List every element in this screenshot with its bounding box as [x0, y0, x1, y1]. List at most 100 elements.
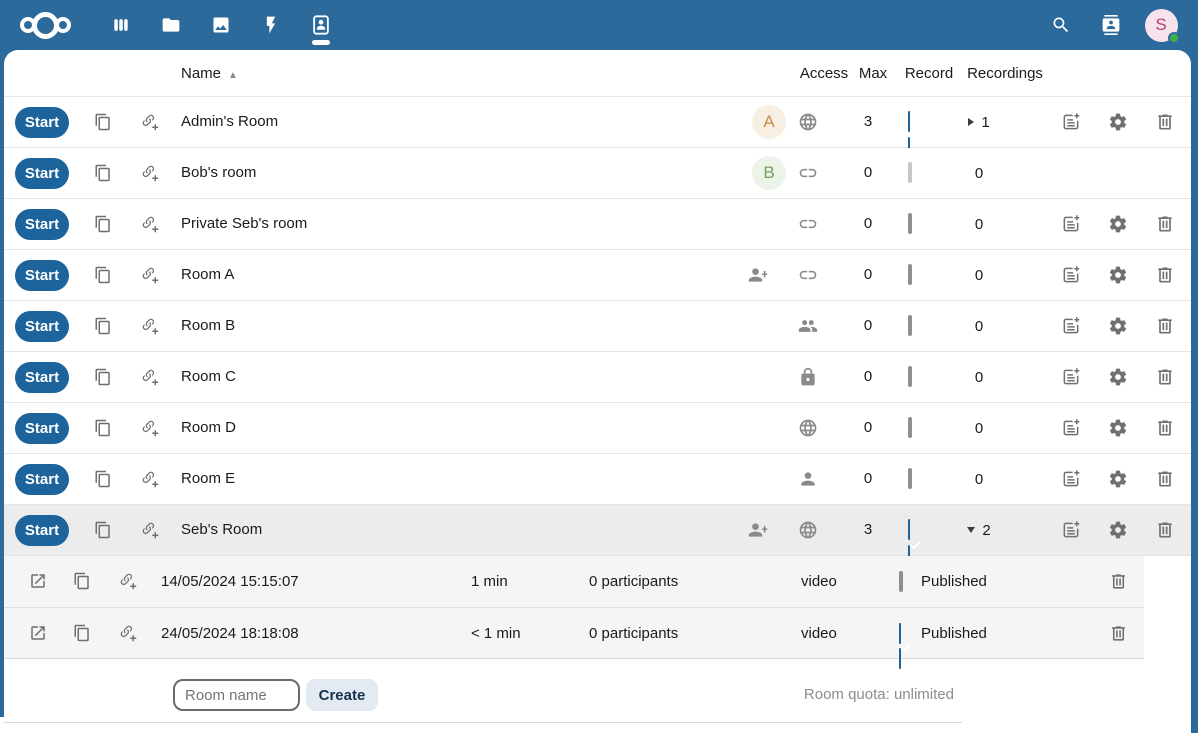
create-room-button[interactable]: Create: [306, 679, 378, 711]
start-button[interactable]: Start: [15, 158, 69, 189]
room-name[interactable]: Room D: [181, 403, 236, 453]
record-checkbox[interactable]: [908, 366, 912, 387]
start-button[interactable]: Start: [15, 209, 69, 240]
start-button[interactable]: Start: [15, 107, 69, 138]
record-checkbox[interactable]: [908, 315, 912, 336]
copy-room-link-button[interactable]: [94, 521, 112, 539]
app-files[interactable]: [146, 0, 196, 50]
open-recording-button[interactable]: [29, 624, 47, 642]
recordings-toggle[interactable]: 0: [950, 301, 1008, 351]
copy-room-link-button[interactable]: [94, 266, 112, 284]
room-name[interactable]: Room B: [181, 301, 235, 351]
open-recording-button[interactable]: [29, 572, 47, 590]
start-button[interactable]: Start: [15, 464, 69, 495]
add-link-button[interactable]: [141, 521, 159, 539]
delete-recording-button[interactable]: [1109, 572, 1128, 591]
copy-room-link-button[interactable]: [94, 317, 112, 335]
copy-room-link-button[interactable]: [94, 419, 112, 437]
recordings-toggle[interactable]: 2: [950, 505, 1008, 555]
room-settings-button[interactable]: [1108, 469, 1128, 489]
edit-room-button[interactable]: [1061, 520, 1081, 540]
add-link-button[interactable]: [141, 215, 159, 233]
delete-room-button[interactable]: [1155, 418, 1175, 438]
delete-room-button[interactable]: [1155, 469, 1175, 489]
recordings-toggle[interactable]: 0: [950, 454, 1008, 504]
edit-room-button[interactable]: [1061, 469, 1081, 489]
published-checkbox[interactable]: [899, 623, 910, 669]
delete-room-button[interactable]: [1155, 316, 1175, 336]
copy-recording-link-button[interactable]: [73, 624, 91, 642]
copy-room-link-button[interactable]: [94, 215, 112, 233]
app-activity[interactable]: [246, 0, 296, 50]
edit-room-button[interactable]: [1061, 214, 1081, 234]
record-checkbox[interactable]: [908, 468, 912, 489]
start-button[interactable]: Start: [15, 311, 69, 342]
copy-room-link-button[interactable]: [94, 368, 112, 386]
start-button[interactable]: Start: [15, 515, 69, 546]
delete-recording-button[interactable]: [1109, 624, 1128, 643]
edit-room-button[interactable]: [1061, 418, 1081, 438]
start-button[interactable]: Start: [15, 260, 69, 291]
record-checkbox[interactable]: [908, 213, 912, 234]
room-name[interactable]: Seb's Room: [181, 505, 262, 555]
recordings-toggle[interactable]: 0: [950, 250, 1008, 300]
nextcloud-logo[interactable]: [20, 0, 71, 50]
record-checkbox[interactable]: [908, 162, 912, 183]
edit-room-button[interactable]: [1061, 112, 1081, 132]
start-button[interactable]: Start: [15, 362, 69, 393]
published-checkbox[interactable]: [899, 571, 903, 592]
recordings-toggle[interactable]: 0: [950, 403, 1008, 453]
room-name[interactable]: Room A: [181, 250, 234, 300]
add-link-button[interactable]: [141, 266, 159, 284]
delete-room-button[interactable]: [1155, 367, 1175, 387]
delete-room-button[interactable]: [1155, 265, 1175, 285]
room-name[interactable]: Admin's Room: [181, 97, 278, 147]
edit-room-button[interactable]: [1061, 367, 1081, 387]
copy-recording-link-button[interactable]: [73, 572, 91, 590]
room-name[interactable]: Bob's room: [181, 148, 256, 198]
room-name[interactable]: Private Seb's room: [181, 199, 307, 249]
app-dashboard[interactable]: [96, 0, 146, 50]
delete-room-button[interactable]: [1155, 214, 1175, 234]
room-settings-button[interactable]: [1108, 112, 1128, 132]
copy-room-link-button[interactable]: [94, 164, 112, 182]
record-checkbox[interactable]: [908, 417, 912, 438]
delete-room-button[interactable]: [1155, 112, 1175, 132]
room-name[interactable]: Room C: [181, 352, 236, 402]
add-link-button[interactable]: [141, 317, 159, 335]
room-settings-button[interactable]: [1108, 520, 1128, 540]
max-participants: 0: [838, 403, 898, 453]
start-button[interactable]: Start: [15, 413, 69, 444]
delete-room-button[interactable]: [1155, 520, 1175, 540]
column-header-name[interactable]: Name▲: [181, 50, 238, 99]
share-recording-button[interactable]: [119, 624, 137, 642]
app-photos[interactable]: [196, 0, 246, 50]
recordings-toggle[interactable]: 0: [950, 199, 1008, 249]
add-link-button[interactable]: [141, 164, 159, 182]
contacts-button[interactable]: [1086, 0, 1136, 50]
record-checkbox[interactable]: [908, 264, 912, 285]
search-button[interactable]: [1036, 0, 1086, 50]
add-link-button[interactable]: [141, 470, 159, 488]
room-name[interactable]: Room E: [181, 454, 235, 504]
room-settings-button[interactable]: [1108, 214, 1128, 234]
add-link-button[interactable]: [141, 419, 159, 437]
copy-room-link-button[interactable]: [94, 470, 112, 488]
app-meetings[interactable]: [296, 0, 346, 50]
recordings-toggle[interactable]: 0: [950, 352, 1008, 402]
recordings-toggle[interactable]: 0: [950, 148, 1008, 198]
room-settings-button[interactable]: [1108, 367, 1128, 387]
recordings-count: 0: [975, 165, 983, 182]
room-settings-button[interactable]: [1108, 265, 1128, 285]
add-link-button[interactable]: [141, 113, 159, 131]
room-settings-button[interactable]: [1108, 316, 1128, 336]
room-settings-button[interactable]: [1108, 418, 1128, 438]
share-recording-button[interactable]: [119, 572, 137, 590]
recordings-toggle[interactable]: 1: [950, 97, 1008, 147]
room-name-input[interactable]: [173, 679, 300, 711]
edit-room-button[interactable]: [1061, 316, 1081, 336]
copy-room-link-button[interactable]: [94, 113, 112, 131]
add-link-button[interactable]: [141, 368, 159, 386]
user-menu[interactable]: S: [1136, 0, 1186, 50]
edit-room-button[interactable]: [1061, 265, 1081, 285]
